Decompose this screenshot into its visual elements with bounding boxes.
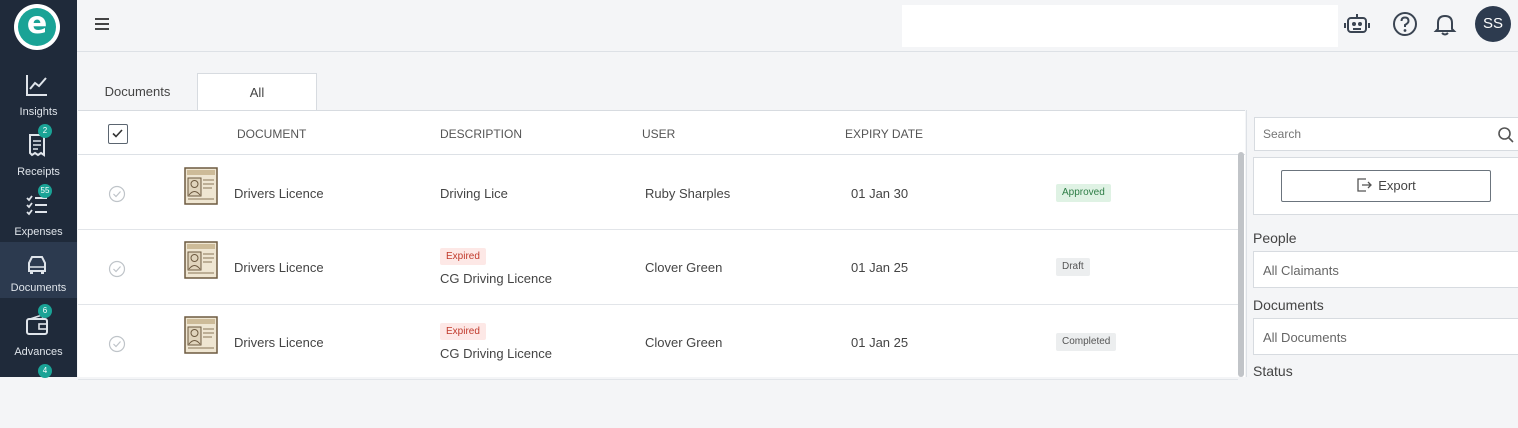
panel-search-box[interactable] <box>1254 117 1518 151</box>
document-description: Driving Lice <box>440 186 508 201</box>
status-badge: Draft <box>1056 258 1090 276</box>
document-user: Ruby Sharples <box>645 186 731 201</box>
driving-licence-thumbnail-icon <box>184 167 218 205</box>
table-scrollbar[interactable] <box>1238 152 1244 377</box>
advances-badge: 6 <box>38 304 52 318</box>
people-filter-select[interactable]: All Claimants <box>1253 251 1518 288</box>
export-label: Export <box>1378 178 1416 193</box>
hamburger-menu-icon[interactable] <box>93 15 111 33</box>
export-icon <box>1357 178 1373 192</box>
sidebar-item-documents[interactable]: Documents <box>0 242 77 298</box>
document-expiry: 01 Jan 25 <box>851 335 909 350</box>
app-logo[interactable]: e <box>14 4 60 50</box>
filter-panel: Export People All Claimants Documents Al… <box>1246 110 1518 379</box>
table-row[interactable]: Drivers Licence Expired CG Driving Licen… <box>78 305 1238 380</box>
tab-all[interactable]: All <box>197 73 317 110</box>
driving-licence-thumbnail-icon <box>184 241 218 279</box>
document-expiry: 01 Jan 25 <box>851 260 909 275</box>
document-description: CG Driving Licence <box>440 346 552 361</box>
column-header-description[interactable]: DESCRIPTION <box>440 127 522 141</box>
chart-line-icon <box>26 75 47 96</box>
top-bar: SS <box>77 0 1518 52</box>
export-button[interactable]: Export <box>1281 170 1491 202</box>
sidebar-item-label: Advances <box>14 346 63 358</box>
expenses-badge: 55 <box>38 184 52 198</box>
row-check-icon[interactable] <box>108 335 126 353</box>
table-row[interactable]: Drivers Licence Expired CG Driving Licen… <box>78 230 1238 305</box>
table-header: DOCUMENT DESCRIPTION USER EXPIRY DATE <box>78 111 1245 155</box>
sidebar: e Insights 2 Receipts 55 Expenses Docume… <box>0 0 77 378</box>
row-check-icon[interactable] <box>108 185 126 203</box>
search-icon[interactable] <box>1497 126 1515 144</box>
check-icon <box>112 129 123 138</box>
expired-tag: Expired <box>440 323 486 340</box>
global-search-box[interactable] <box>902 5 1338 47</box>
logo-letter: e <box>26 6 48 41</box>
more-badge: 4 <box>38 364 52 378</box>
sidebar-item-more[interactable]: 4 <box>0 364 77 428</box>
document-name: Drivers Licence <box>234 260 324 275</box>
row-check-icon[interactable] <box>108 260 126 278</box>
sidebar-item-label: Receipts <box>17 166 60 178</box>
sidebar-item-insights[interactable]: Insights <box>0 70 77 128</box>
export-container: Export <box>1253 157 1518 215</box>
column-header-user[interactable]: USER <box>642 127 675 141</box>
document-user: Clover Green <box>645 335 723 350</box>
car-icon <box>28 256 46 274</box>
documents-filter-select[interactable]: All Documents <box>1253 318 1518 355</box>
filter-label-people: People <box>1253 230 1297 246</box>
help-icon[interactable] <box>1391 10 1419 38</box>
sidebar-item-label: Documents <box>10 282 67 294</box>
sidebar-item-label: Insights <box>19 106 58 118</box>
select-all-checkbox[interactable] <box>108 124 128 144</box>
document-expiry: 01 Jan 30 <box>851 186 909 201</box>
expired-tag: Expired <box>440 248 486 265</box>
table-row[interactable]: Drivers Licence Driving Lice Ruby Sharpl… <box>78 155 1238 230</box>
sidebar-item-expenses[interactable]: 55 Expenses <box>0 184 77 248</box>
bell-icon[interactable] <box>1431 10 1459 38</box>
status-badge: Approved <box>1056 184 1111 202</box>
filter-label-documents: Documents <box>1253 297 1324 313</box>
status-badge: Completed <box>1056 333 1117 351</box>
sidebar-item-advances[interactable]: 6 Advances <box>0 304 77 368</box>
document-name: Drivers Licence <box>234 335 324 350</box>
panel-search-input[interactable] <box>1263 127 1483 141</box>
robot-icon[interactable] <box>1343 10 1371 38</box>
column-header-document[interactable]: DOCUMENT <box>237 127 306 141</box>
document-description: CG Driving Licence <box>440 271 552 286</box>
document-user: Clover Green <box>645 260 723 275</box>
receipts-badge: 2 <box>38 124 52 138</box>
sidebar-item-label: Expenses <box>14 226 63 238</box>
document-name: Drivers Licence <box>234 186 324 201</box>
tab-documents[interactable]: Documents <box>78 73 197 110</box>
user-avatar[interactable]: SS <box>1475 6 1511 42</box>
column-header-expiry-date[interactable]: EXPIRY DATE <box>845 127 923 141</box>
documents-table: DOCUMENT DESCRIPTION USER EXPIRY DATE Dr… <box>78 110 1245 380</box>
driving-licence-thumbnail-icon <box>184 316 218 354</box>
sidebar-item-receipts[interactable]: 2 Receipts <box>0 124 77 188</box>
